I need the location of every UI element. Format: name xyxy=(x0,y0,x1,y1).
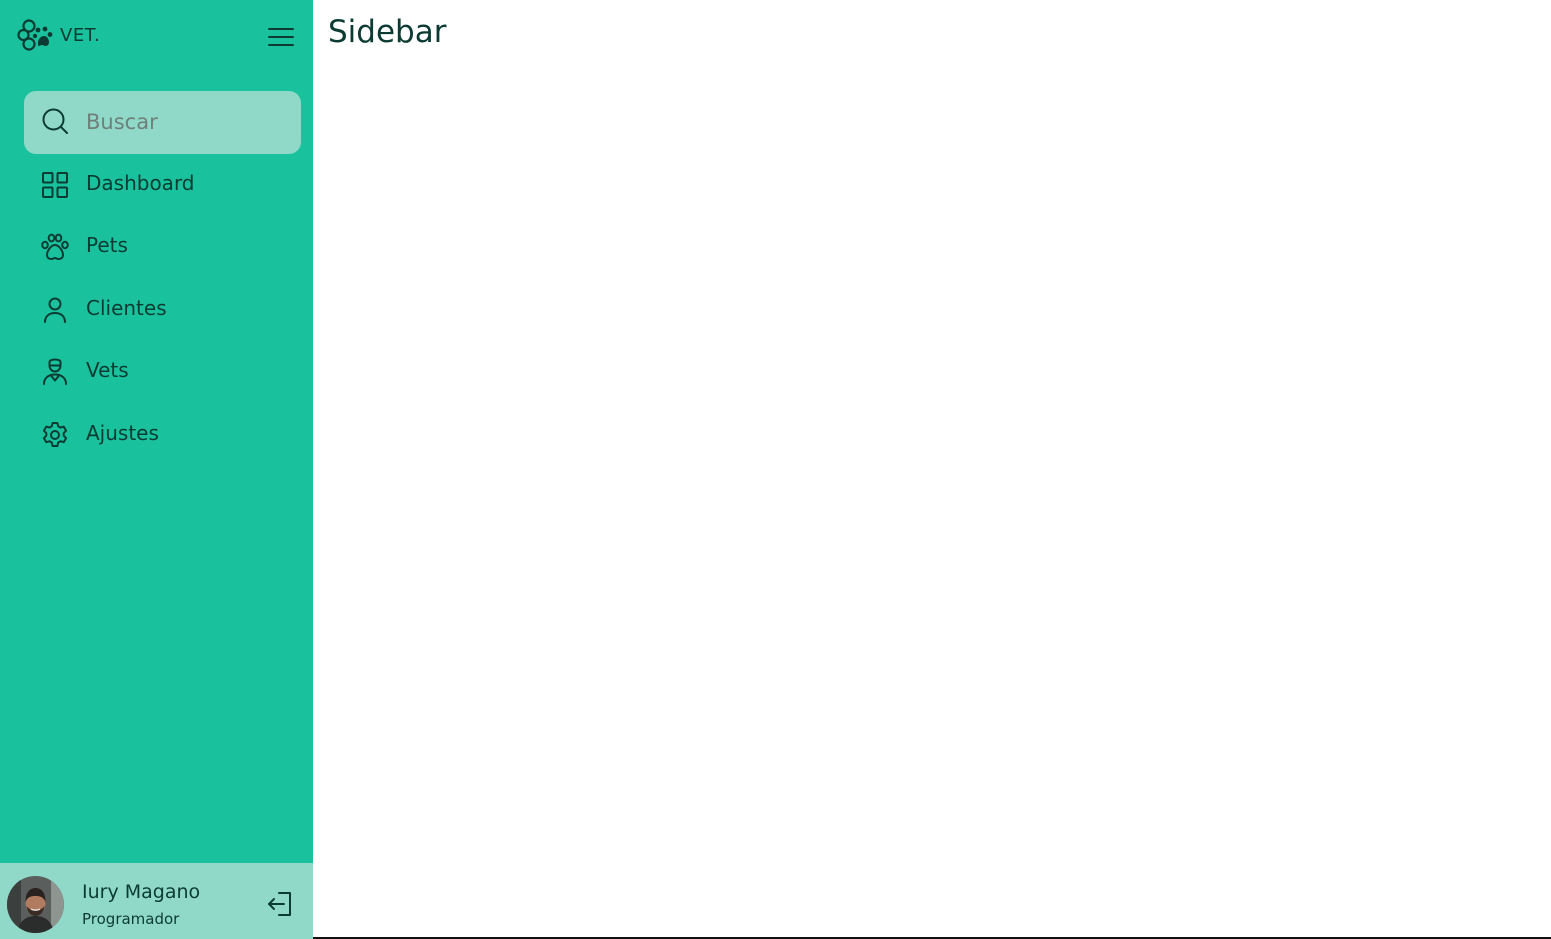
sidebar-item-pets[interactable]: Pets xyxy=(24,221,301,273)
logout-icon xyxy=(268,892,291,916)
logo-text: VET. xyxy=(60,24,101,46)
user-avatar-image xyxy=(7,876,64,933)
page-title: Sidebar xyxy=(328,14,447,50)
hamburger-menu-icon xyxy=(268,28,294,46)
app: VET. Dashboard xyxy=(0,0,1551,939)
sidebar: VET. Dashboard xyxy=(0,0,313,939)
sidebar-item-label: Ajustes xyxy=(86,421,159,445)
user-name: Iury Magano xyxy=(82,881,201,903)
sidebar-item-label: Pets xyxy=(86,233,128,257)
sidebar-item-ajustes[interactable]: Ajustes xyxy=(24,409,301,461)
sidebar-item-vets[interactable]: Vets xyxy=(24,346,301,398)
user-icon xyxy=(44,297,66,323)
sidebar-item-clientes[interactable]: Clientes xyxy=(24,284,301,336)
search-icon xyxy=(42,108,68,134)
vet-user-icon xyxy=(43,358,67,385)
avatar[interactable] xyxy=(7,876,64,933)
gear-icon xyxy=(42,422,68,447)
user-profile-bar: Iury Magano Programador xyxy=(0,863,313,939)
sidebar-item-label: Clientes xyxy=(86,296,167,320)
user-role: Programador xyxy=(82,910,180,928)
menu-toggle-button[interactable] xyxy=(266,24,296,50)
brand-logo[interactable]: VET. xyxy=(17,18,100,52)
logout-button[interactable] xyxy=(265,888,297,920)
sidebar-item-dashboard[interactable]: Dashboard xyxy=(24,159,301,211)
grid-icon xyxy=(42,172,68,198)
sidebar-item-label: Dashboard xyxy=(86,171,195,195)
paw-logo-icon xyxy=(17,19,53,51)
search-input[interactable] xyxy=(86,106,286,138)
paw-icon xyxy=(41,233,69,260)
search-box[interactable] xyxy=(24,91,301,154)
sidebar-item-label: Vets xyxy=(86,358,129,382)
